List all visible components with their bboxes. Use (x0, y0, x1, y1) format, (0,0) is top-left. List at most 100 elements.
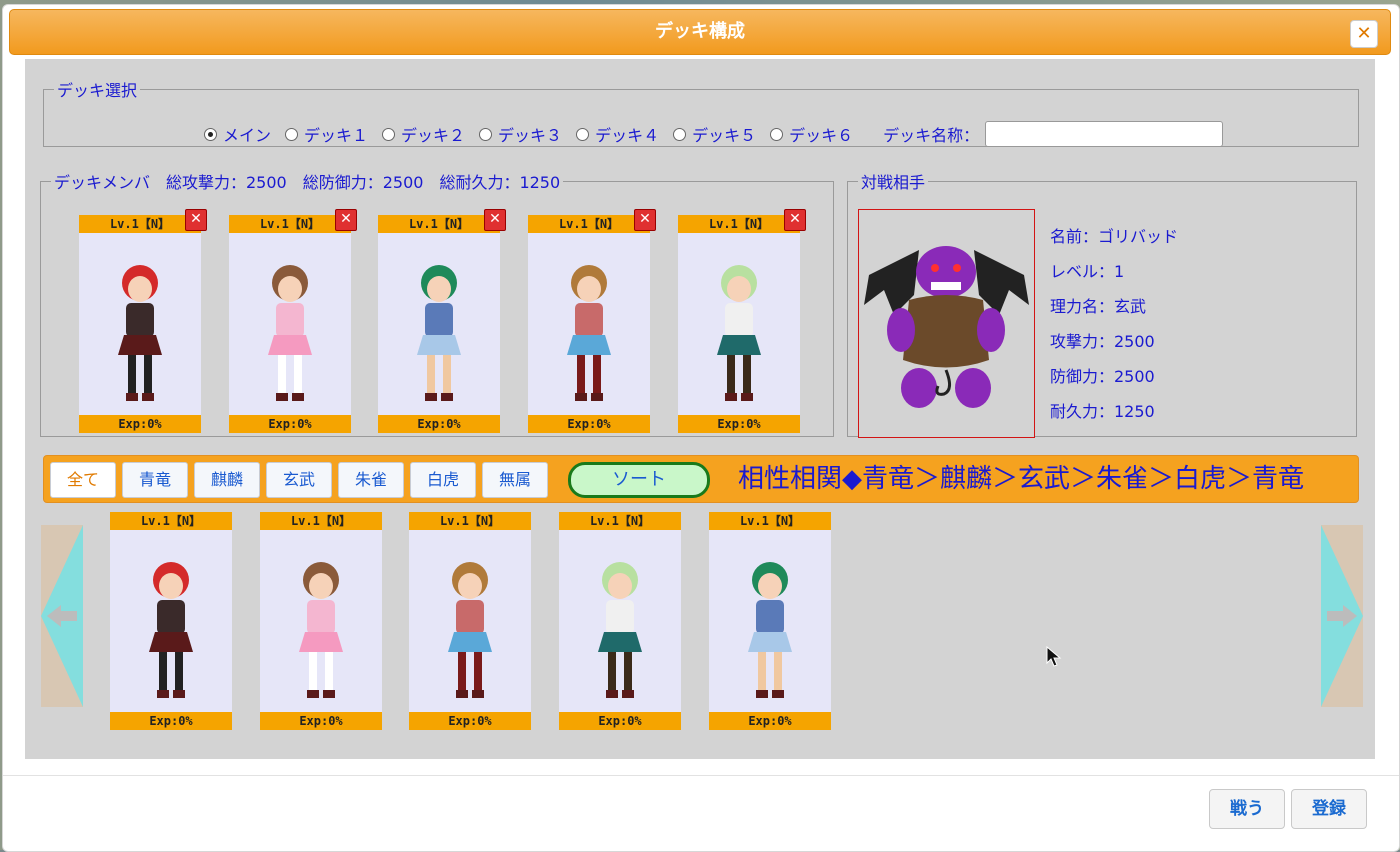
collection-card[interactable]: Lv.1【N】 Exp:0% (409, 512, 531, 730)
radio-dot[interactable] (204, 127, 217, 141)
radio-label: デッキ４ (595, 126, 660, 145)
remove-card-button[interactable]: ✕ (335, 209, 357, 231)
opponent-legend: 対戦相手 (861, 173, 926, 192)
green-hair-girl-sprite-icon (598, 562, 642, 698)
footer-divider (3, 775, 1399, 776)
radio-label: デッキ５ (692, 126, 757, 145)
radio-dot[interactable] (770, 127, 784, 141)
sort-button[interactable]: ソート (568, 462, 710, 498)
deck-radio-group: メイン デッキ１ デッキ２ デッキ３ デッキ４ デッキ５ デッキ６ デッキ名称： (204, 121, 1224, 147)
left-arrow-icon (41, 525, 83, 707)
radio-label: デッキ２ (401, 126, 466, 145)
dialog-titlebar[interactable]: デッキ構成 ✕ (9, 9, 1391, 55)
collection-card[interactable]: Lv.1【N】 Exp:0% (559, 512, 681, 730)
opponent-defense: 防御力：2500 (1050, 367, 1155, 386)
card-exp: Exp:0% (79, 415, 201, 433)
card-level: Lv.1【N】 (260, 512, 382, 530)
card-exp: Exp:0% (709, 712, 831, 730)
tab-kirin[interactable]: 麒麟 (194, 462, 260, 498)
card-level: Lv.1【N】 (709, 512, 831, 530)
cat-girl-sprite-icon (567, 265, 611, 401)
dialog-content: デッキ選択 メイン デッキ１ デッキ２ デッキ３ デッキ４ デッキ５ デッキ６ … (25, 59, 1375, 759)
opponent-element: 理力名：玄武 (1050, 297, 1147, 316)
close-icon: ✕ (639, 211, 651, 227)
radio-dot[interactable] (285, 127, 299, 141)
card-exp: Exp:0% (378, 415, 500, 433)
remove-card-button[interactable]: ✕ (784, 209, 806, 231)
radio-deck3[interactable]: デッキ３ (479, 122, 562, 146)
card-exp: Exp:0% (409, 712, 531, 730)
pink-dress-girl-sprite-icon (299, 562, 343, 698)
card-exp: Exp:0% (528, 415, 650, 433)
card-exp: Exp:0% (678, 415, 800, 433)
deck-select-legend: デッキ選択 (57, 81, 138, 100)
collection-card[interactable]: Lv.1【N】 Exp:0% (110, 512, 232, 730)
radio-label: デッキ１ (304, 126, 369, 145)
radio-deck2[interactable]: デッキ２ (382, 122, 465, 146)
card-level: Lv.1【N】 (678, 215, 800, 233)
affinity-chart-text: 相性相関◆青竜＞麒麟＞玄武＞朱雀＞白虎＞青竜 (738, 464, 1304, 494)
opponent-portrait (858, 209, 1035, 438)
card-level: Lv.1【N】 (559, 512, 681, 530)
cat-girl-sprite-icon (448, 562, 492, 698)
filter-tabbar: 全て 青竜 麒麟 玄武 朱雀 白虎 無属 ソート 相性相関◆青竜＞麒麟＞玄武＞朱… (43, 455, 1359, 503)
green-hair-boy-sprite-icon (748, 562, 792, 698)
deck-card[interactable]: Lv.1【N】 Exp:0% ✕ (678, 209, 806, 433)
radio-dot[interactable] (576, 127, 590, 141)
radio-label: メイン (223, 126, 272, 145)
radio-deck5[interactable]: デッキ５ (673, 122, 756, 146)
pink-dress-girl-sprite-icon (268, 265, 312, 401)
close-icon: ✕ (789, 211, 801, 227)
tab-all[interactable]: 全て (50, 462, 116, 498)
radio-deck1[interactable]: デッキ１ (285, 122, 368, 146)
red-hair-girl-sprite-icon (118, 265, 162, 401)
collection-card[interactable]: Lv.1【N】 Exp:0% (260, 512, 382, 730)
tab-suzaku[interactable]: 朱雀 (338, 462, 404, 498)
deck-members-legend: デッキメンバ 総攻撃力：2500 総防御力：2500 総耐久力：1250 (54, 173, 561, 192)
red-hair-girl-sprite-icon (149, 562, 193, 698)
deck-card[interactable]: Lv.1【N】 Exp:0% ✕ (378, 209, 506, 433)
prev-page-button[interactable] (41, 525, 83, 707)
opponent-fieldset: 対戦相手 名前：ゴリバッド レベル：1 理力名：玄武 攻撃力：2500 防御力：… (847, 169, 1357, 438)
tab-seiryu[interactable]: 青竜 (122, 462, 188, 498)
radio-label: デッキ６ (789, 126, 854, 145)
radio-deck6[interactable]: デッキ６ (770, 122, 853, 146)
deck-select-fieldset: デッキ選択 メイン デッキ１ デッキ２ デッキ３ デッキ４ デッキ５ デッキ６ … (43, 77, 1359, 147)
radio-dot[interactable] (673, 127, 687, 141)
close-icon: ✕ (1356, 23, 1372, 44)
deck-members-fieldset: デッキメンバ 総攻撃力：2500 総防御力：2500 総耐久力：1250 Lv.… (40, 169, 834, 437)
green-hair-boy-sprite-icon (417, 265, 461, 401)
remove-card-button[interactable]: ✕ (634, 209, 656, 231)
mouse-cursor-icon (1046, 646, 1062, 667)
deck-name-input[interactable] (985, 121, 1224, 147)
register-button[interactable]: 登録 (1291, 789, 1367, 829)
opponent-durability: 耐久力：1250 (1050, 402, 1155, 421)
card-level: Lv.1【N】 (79, 215, 201, 233)
close-button[interactable]: ✕ (1350, 20, 1378, 48)
deck-card[interactable]: Lv.1【N】 Exp:0% ✕ (79, 209, 207, 433)
collection-card[interactable]: Lv.1【N】 Exp:0% (709, 512, 831, 730)
remove-card-button[interactable]: ✕ (484, 209, 506, 231)
radio-dot[interactable] (479, 127, 493, 141)
radio-main[interactable]: メイン (204, 122, 271, 146)
card-exp: Exp:0% (229, 415, 351, 433)
opponent-level: レベル：1 (1050, 262, 1125, 281)
deck-card[interactable]: Lv.1【N】 Exp:0% ✕ (528, 209, 656, 433)
tab-genbu[interactable]: 玄武 (266, 462, 332, 498)
fight-button[interactable]: 戦う (1209, 789, 1285, 829)
next-page-button[interactable] (1321, 525, 1363, 707)
radio-dot[interactable] (382, 127, 396, 141)
card-exp: Exp:0% (110, 712, 232, 730)
remove-card-button[interactable]: ✕ (185, 209, 207, 231)
close-icon: ✕ (489, 211, 501, 227)
deck-card[interactable]: Lv.1【N】 Exp:0% ✕ (229, 209, 357, 433)
tab-mutsuzoku[interactable]: 無属 (482, 462, 548, 498)
card-exp: Exp:0% (559, 712, 681, 730)
card-level: Lv.1【N】 (229, 215, 351, 233)
card-level: Lv.1【N】 (528, 215, 650, 233)
close-icon: ✕ (340, 211, 352, 227)
card-exp: Exp:0% (260, 712, 382, 730)
radio-deck4[interactable]: デッキ４ (576, 122, 659, 146)
tab-byakko[interactable]: 白虎 (410, 462, 476, 498)
demon-sprite-icon (864, 246, 1029, 408)
